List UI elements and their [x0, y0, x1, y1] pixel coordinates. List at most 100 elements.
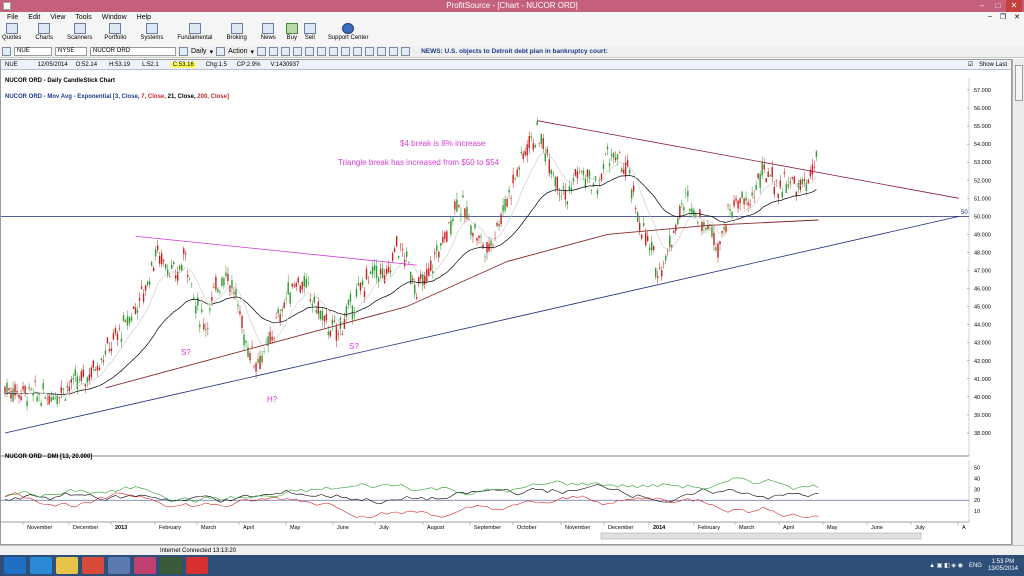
candle-body: [456, 199, 458, 212]
portfolio-icon: [109, 23, 122, 34]
candle-body: [253, 365, 255, 367]
candle-body: [560, 196, 563, 198]
dmi-axis-label: 40: [974, 476, 980, 482]
time-axis-label: June: [337, 525, 349, 531]
label-right-shoulder: S?: [349, 342, 359, 351]
time-axis-label: November: [27, 525, 53, 531]
action-menu[interactable]: Action: [228, 48, 247, 55]
time-axis-label: December: [73, 525, 99, 531]
tool-icon-11[interactable]: [377, 47, 387, 56]
close-icon[interactable]: ✕: [1006, 0, 1022, 12]
candle-body: [719, 241, 721, 245]
tool-icon-13[interactable]: [401, 47, 411, 56]
tool-icon-1[interactable]: [257, 47, 267, 56]
tool-icon-5[interactable]: [305, 47, 315, 56]
candle-body: [381, 268, 384, 278]
time-axis-label: July: [915, 525, 925, 531]
candle-body: [602, 164, 605, 169]
news-ticker[interactable]: NEWS: U.S. objects to Detroit debt plan …: [421, 48, 608, 55]
quote-info-bar: NUE 12/05/2014 O:52.14 H:53.19 L:52.1 C:…: [1, 60, 1011, 70]
explorer-icon[interactable]: [56, 557, 78, 574]
scanners-button[interactable]: Scanners: [67, 22, 92, 41]
tool-icon-8[interactable]: [341, 47, 351, 56]
language-indicator[interactable]: ENG: [969, 563, 982, 569]
start-button-icon[interactable]: [4, 557, 26, 574]
calendar-icon[interactable]: [179, 47, 188, 56]
menu-file[interactable]: File: [2, 14, 23, 21]
fundamental-button[interactable]: Fundamental: [177, 22, 212, 41]
clock[interactable]: 1:53 PM 13/05/2014: [988, 559, 1018, 573]
candle-body: [36, 396, 38, 402]
tray-icons[interactable]: ▲ ▣ ◧ ◈ ◉: [929, 562, 963, 569]
news-button[interactable]: News: [261, 22, 276, 41]
candle-body: [313, 296, 315, 303]
scanners-icon: [73, 23, 86, 34]
portfolio-button[interactable]: Portfolio: [104, 22, 126, 41]
charts-button[interactable]: Charts: [35, 22, 53, 41]
chart-background: [1, 70, 1011, 544]
candle-body: [22, 386, 24, 390]
tool-icon-10[interactable]: [365, 47, 375, 56]
calculator-icon[interactable]: [108, 557, 130, 574]
symbol-input[interactable]: NUE: [14, 47, 52, 56]
dmi-axis-label: 10: [974, 509, 980, 515]
info-change: Chg:1.5: [205, 61, 227, 68]
tool-icon-12[interactable]: [389, 47, 399, 56]
mdi-restore-icon[interactable]: ❐: [996, 13, 1010, 21]
support-center-button[interactable]: Support Center: [328, 22, 369, 41]
exchange-select[interactable]: NYSE: [55, 47, 87, 56]
menu-view[interactable]: View: [45, 14, 70, 21]
menu-window[interactable]: Window: [97, 14, 132, 21]
candle-body: [582, 170, 585, 175]
action-icon[interactable]: [216, 47, 226, 56]
period-select[interactable]: Daily: [191, 48, 207, 55]
go-icon[interactable]: [2, 47, 11, 56]
tool-icon-9[interactable]: [353, 47, 363, 56]
candle-body: [122, 315, 125, 322]
tool-icon-6[interactable]: [317, 47, 327, 56]
candle-body: [323, 315, 326, 322]
minimize-icon[interactable]: –: [974, 0, 990, 12]
tool-icon-4[interactable]: [293, 47, 303, 56]
chrome-icon[interactable]: [82, 557, 104, 574]
candle-body: [311, 304, 313, 307]
maximize-icon[interactable]: □: [990, 0, 1006, 12]
mdi-close-icon[interactable]: ✕: [1010, 13, 1024, 21]
ie-icon[interactable]: [30, 557, 52, 574]
app-icon-6[interactable]: [160, 557, 182, 574]
tool-icon-2[interactable]: [269, 47, 279, 56]
quotes-button[interactable]: Quotes: [2, 22, 21, 41]
systems-button[interactable]: Systems: [140, 22, 163, 41]
candle-body: [102, 360, 105, 362]
side-panel-tab[interactable]: [1015, 65, 1023, 101]
tool-icon-3[interactable]: [281, 47, 291, 56]
menu-tools[interactable]: Tools: [70, 14, 96, 21]
sell-button[interactable]: Sell: [303, 22, 316, 41]
menu-edit[interactable]: Edit: [23, 14, 45, 21]
security-name-field[interactable]: NUCOR ORD: [90, 47, 176, 56]
action-dropdown-icon[interactable]: ▾: [251, 48, 255, 56]
menu-help[interactable]: Help: [132, 14, 156, 21]
broking-button[interactable]: Broking: [226, 22, 247, 41]
app-icon-5[interactable]: [134, 557, 156, 574]
candle-body: [185, 253, 187, 255]
candle-body: [500, 214, 502, 225]
candle-body: [478, 235, 480, 239]
candle-body: [217, 288, 219, 293]
tool-icon-7[interactable]: [329, 47, 339, 56]
time-axis-label: July: [379, 525, 389, 531]
candle-body: [261, 355, 263, 363]
price-axis-label: 48.000: [974, 250, 991, 256]
show-last-checkbox[interactable]: ☑ Show Last: [968, 61, 1007, 68]
mdi-minimize-icon[interactable]: –: [984, 13, 996, 21]
candle-body: [578, 173, 581, 174]
buy-button[interactable]: Buy: [285, 22, 298, 41]
chart-area[interactable]: NUCOR ORD - Daily CandleStick Chart NUCO…: [1, 70, 1011, 544]
candle-body: [369, 271, 372, 274]
candle-body: [289, 292, 291, 304]
period-dropdown-icon[interactable]: ▾: [210, 48, 214, 56]
candle-body: [416, 296, 418, 299]
profitsource-icon[interactable]: [186, 557, 208, 574]
time-axis-label: June: [871, 525, 883, 531]
horizontal-scrollbar[interactable]: [600, 532, 922, 540]
